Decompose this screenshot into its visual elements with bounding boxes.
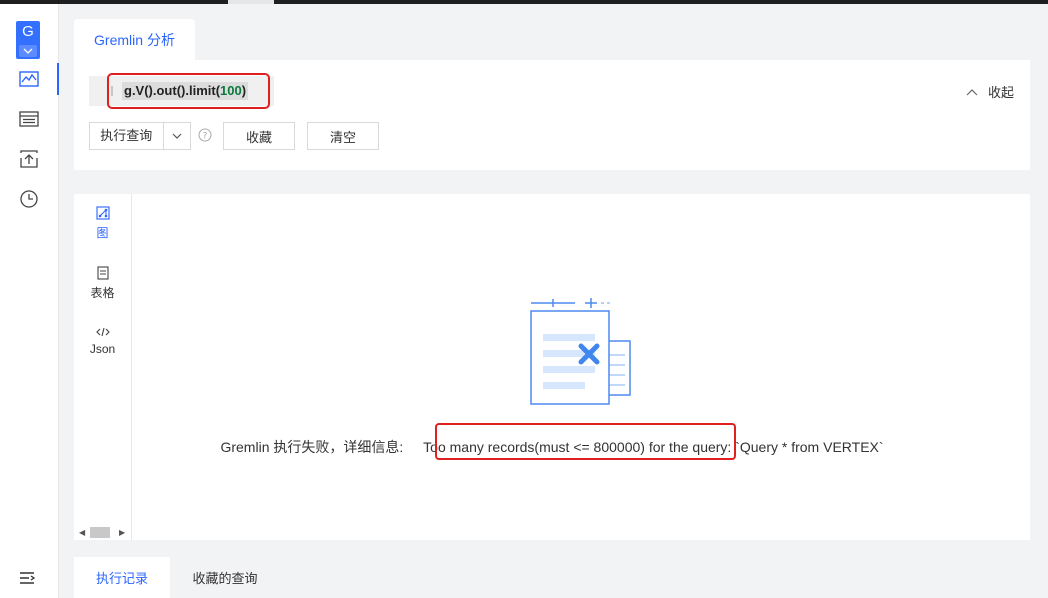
tab-gremlin-analysis[interactable]: Gremlin 分析 [74,19,195,61]
sidebar-item-metadata[interactable] [0,103,58,135]
app-logo-button[interactable]: G [16,21,40,59]
chevron-up-icon [966,88,978,95]
scroll-right-arrow-icon[interactable]: ▶ [119,528,125,537]
sidebar-item-data-import[interactable] [0,143,58,175]
scroll-left-arrow-icon[interactable]: ◀ [79,528,85,537]
run-query-label: 执行查询 [90,123,164,149]
tab-table-view[interactable]: 表格 [74,266,131,301]
svg-text:?: ? [203,132,208,142]
sidebar: G [0,4,59,598]
chart-line-icon [19,71,39,87]
sidebar-collapse-button[interactable] [18,570,36,589]
tab-favorite-queries[interactable]: 收藏的查询 [170,557,280,598]
highlight-box-query [107,73,270,109]
run-mode-dropdown[interactable] [164,133,190,139]
favorite-button[interactable]: 收藏 [223,122,295,150]
clear-button[interactable]: 清空 [307,122,379,150]
tab-graph-view[interactable]: 图 [74,206,131,241]
error-prefix: Gremlin 执行失败，详细信息: [220,439,408,455]
tab-json-label: Json [89,342,116,356]
window-top-bar [0,0,1048,4]
results-panel: 图 表格 Json ◀ ▶ Gremlin 执行失败，详细信息: Too man… [74,194,1030,540]
horizontal-scrollbar[interactable]: ◀ ▶ [74,524,131,540]
table-icon [96,266,109,280]
help-icon[interactable]: ? [198,128,212,145]
collapse-label: 收起 [987,85,1014,100]
tab-table-label: 表格 [90,286,115,300]
run-query-button[interactable]: 执行查询 [89,122,191,150]
sidebar-item-graph-analysis[interactable] [0,63,59,95]
top-bar-highlight [228,0,274,4]
graph-icon [95,206,110,220]
logo-letter: G [22,23,34,40]
chevron-down-icon [19,45,37,57]
highlight-box-error [435,423,736,460]
tab-json-view[interactable]: Json [74,326,131,356]
table-list-icon [19,111,39,127]
scrollbar-thumb[interactable] [90,527,110,538]
clock-icon [20,190,38,208]
upload-icon [20,150,38,168]
code-icon [95,327,110,337]
tab-execution-history[interactable]: 执行记录 [74,557,170,598]
chevron-down-icon [172,133,182,139]
view-tabs: 图 表格 Json ◀ ▶ [74,194,132,540]
error-illustration [525,297,637,412]
menu-collapse-icon [20,572,36,584]
tab-graph-label: 图 [96,226,109,240]
sidebar-item-history[interactable] [0,183,58,215]
collapse-button[interactable]: 收起 [966,82,1014,101]
